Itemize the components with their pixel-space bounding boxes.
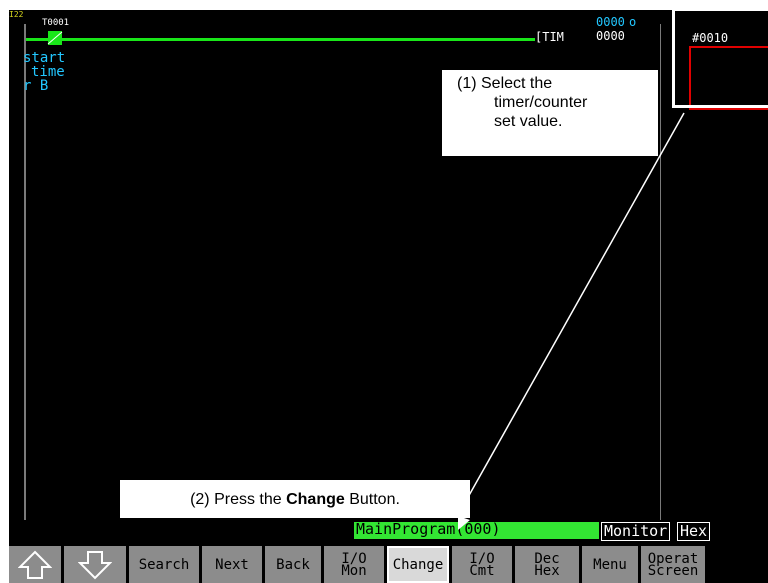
callout-press-bold: Change [286,490,345,508]
callout-select-set-value: (1) Select the timer/counter set value. [442,70,658,156]
callout-select-line3: set value. [494,113,563,130]
callout-press-suffix: Button. [344,490,400,508]
callout-press-change: (2) Press the Change Button. [120,480,470,518]
callout-press-prefix: (2) Press the [190,490,287,508]
callout-select-line1: (1) Select the [457,75,553,92]
callout-select-line2: timer/counter [494,94,588,111]
